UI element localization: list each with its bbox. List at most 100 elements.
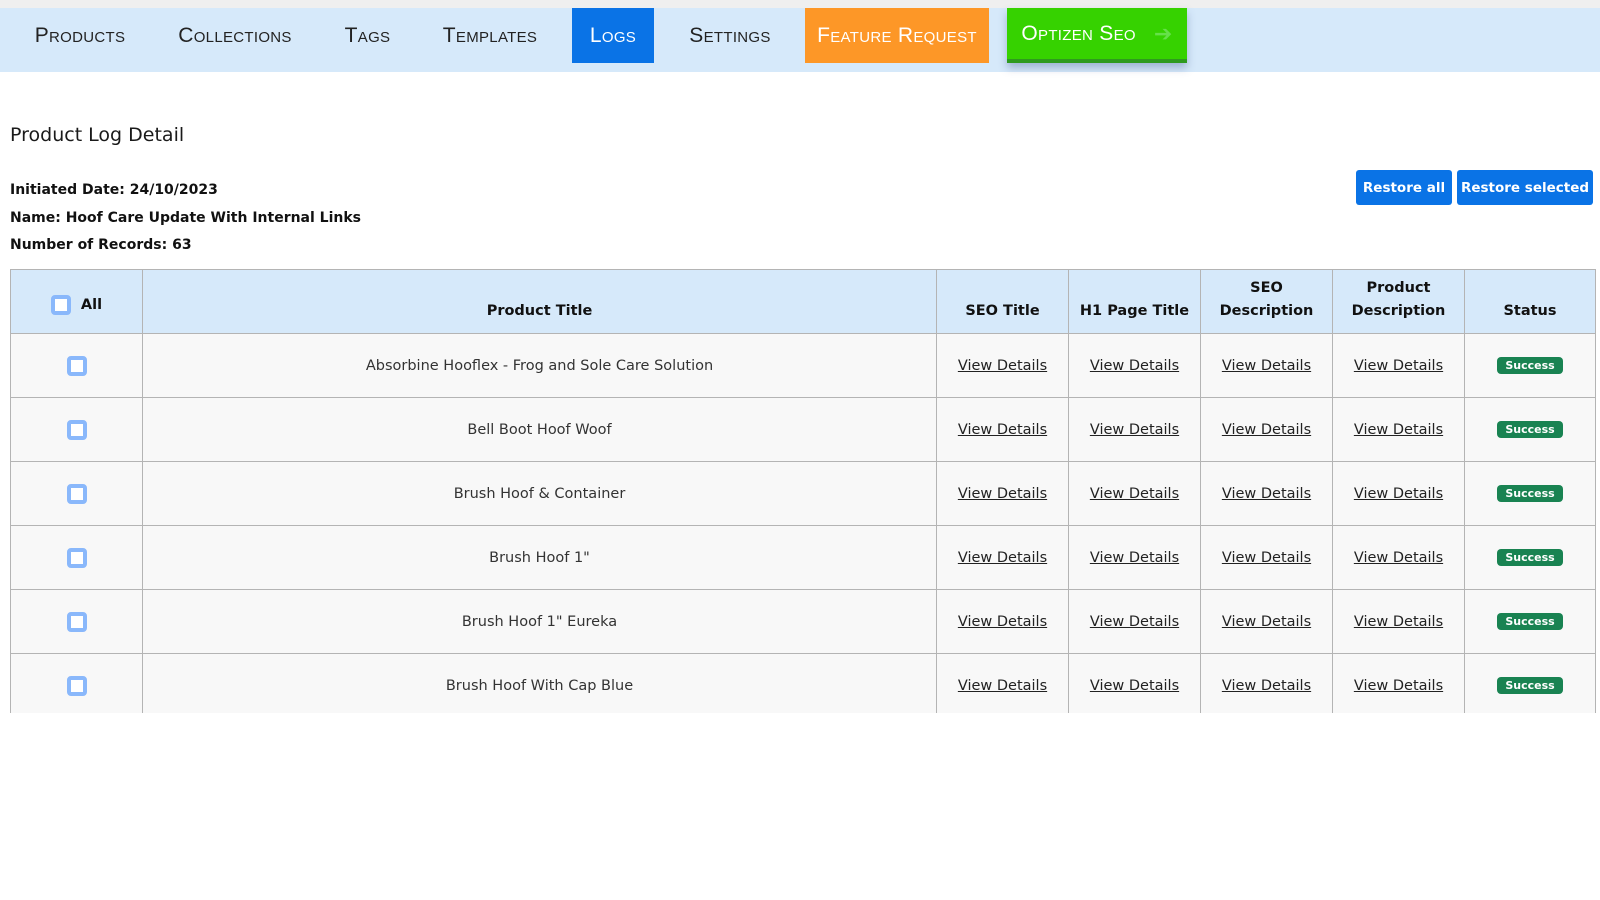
seo-description-view-details-link[interactable]: View Details — [1222, 422, 1311, 438]
seo-title-cell: View Details — [936, 589, 1069, 654]
nav-collections[interactable]: Collections — [165, 8, 305, 63]
nav-products[interactable]: Products — [20, 8, 140, 63]
nav-label: Settings — [689, 23, 771, 47]
product-description-view-details-link[interactable]: View Details — [1354, 358, 1443, 374]
nav-logs[interactable]: Logs — [572, 8, 654, 63]
header-text: Description — [1351, 303, 1446, 319]
select-cell — [10, 525, 143, 590]
row-checkbox[interactable] — [66, 675, 87, 696]
select-cell — [10, 397, 143, 462]
seo-description-view-details-link[interactable]: View Details — [1222, 358, 1311, 374]
seo-description-view-details-link[interactable]: View Details — [1222, 550, 1311, 566]
status-badge: Success — [1497, 549, 1563, 566]
status-badge: Success — [1497, 485, 1563, 502]
h1-title-cell: View Details — [1068, 525, 1201, 590]
product-description-cell: View Details — [1332, 653, 1465, 718]
seo-title-view-details-link[interactable]: View Details — [958, 486, 1047, 502]
table-row: Bell Boot Hoof Woof View Details View Deta… — [10, 397, 1596, 462]
product-description-cell: View Details — [1332, 397, 1465, 462]
select-cell — [10, 653, 143, 718]
seo-title-view-details-link[interactable]: View Details — [958, 358, 1047, 374]
table-row: Brush Hoof With Cap Blue View Details View… — [10, 653, 1596, 718]
nav-templates[interactable]: Templates — [430, 8, 550, 63]
seo-title-view-details-link[interactable]: View Details — [958, 678, 1047, 694]
product-description-cell: View Details — [1332, 589, 1465, 654]
header-seo-title: SEO Title — [936, 269, 1069, 334]
nav-label: Collections — [178, 23, 292, 47]
nav-tags[interactable]: Tags — [330, 8, 405, 63]
restore-all-button[interactable]: Restore all — [1356, 170, 1452, 205]
product-description-cell: View Details — [1332, 461, 1465, 526]
top-strip — [0, 0, 1600, 8]
h1-title-cell: View Details — [1068, 589, 1201, 654]
product-description-view-details-link[interactable]: View Details — [1354, 550, 1443, 566]
status-cell: Success — [1464, 397, 1596, 462]
product-description-cell: View Details — [1332, 333, 1465, 398]
h1-title-view-details-link[interactable]: View Details — [1090, 422, 1179, 438]
h1-title-view-details-link[interactable]: View Details — [1090, 678, 1179, 694]
status-cell: Success — [1464, 461, 1596, 526]
log-table: All Product Title SEO Title H1 Page Titl… — [10, 269, 1596, 718]
product-description-view-details-link[interactable]: View Details — [1354, 678, 1443, 694]
seo-title-view-details-link[interactable]: View Details — [958, 550, 1047, 566]
h1-title-view-details-link[interactable]: View Details — [1090, 614, 1179, 630]
seo-description-cell: View Details — [1200, 397, 1333, 462]
seo-title-cell: View Details — [936, 333, 1069, 398]
product-description-view-details-link[interactable]: View Details — [1354, 486, 1443, 502]
row-checkbox[interactable] — [66, 419, 87, 440]
nav-label: Templates — [442, 23, 538, 47]
header-select: All — [10, 269, 143, 334]
seo-description-cell: View Details — [1200, 653, 1333, 718]
seo-title-cell: View Details — [936, 397, 1069, 462]
page-title: Product Log Detail — [10, 124, 185, 146]
product-title-cell: Brush Hoof & Container — [142, 461, 937, 526]
seo-description-cell: View Details — [1200, 525, 1333, 590]
select-cell — [10, 461, 143, 526]
seo-description-cell: View Details — [1200, 461, 1333, 526]
h1-title-view-details-link[interactable]: View Details — [1090, 486, 1179, 502]
header-product-description: Product Description — [1332, 269, 1465, 334]
initiated-date: Initiated Date: 24/10/2023 — [10, 182, 218, 198]
h1-title-view-details-link[interactable]: View Details — [1090, 550, 1179, 566]
header-text: SEO — [1250, 280, 1283, 296]
table-row: Brush Hoof 1" View Details View Details Vie… — [10, 525, 1596, 590]
row-checkbox[interactable] — [66, 611, 87, 632]
nav-label: Feature Request — [817, 23, 977, 47]
table-header-row: All Product Title SEO Title H1 Page Titl… — [10, 269, 1596, 334]
restore-selected-button[interactable]: Restore selected — [1457, 170, 1593, 205]
product-description-view-details-link[interactable]: View Details — [1354, 614, 1443, 630]
seo-title-view-details-link[interactable]: View Details — [958, 422, 1047, 438]
h1-title-cell: View Details — [1068, 397, 1201, 462]
row-checkbox[interactable] — [66, 355, 87, 376]
row-checkbox[interactable] — [66, 547, 87, 568]
product-description-view-details-link[interactable]: View Details — [1354, 422, 1443, 438]
seo-description-view-details-link[interactable]: View Details — [1222, 614, 1311, 630]
table-row: Absorbine Hooflex - Frog and Sole Care S… — [10, 333, 1596, 398]
header-seo-description: SEO Description — [1200, 269, 1333, 334]
product-title-cell: Brush Hoof 1" Eureka — [142, 589, 937, 654]
nav-label: Optizen Seo — [1021, 21, 1136, 45]
seo-description-view-details-link[interactable]: View Details — [1222, 678, 1311, 694]
nav-label: Tags — [344, 23, 391, 47]
nav-label: Products — [34, 23, 126, 47]
select-all-checkbox[interactable] — [50, 295, 71, 315]
select-cell — [10, 333, 143, 398]
seo-title-cell: View Details — [936, 525, 1069, 590]
product-title-cell: Absorbine Hooflex - Frog and Sole Care S… — [142, 333, 937, 398]
header-text: Description — [1219, 303, 1314, 319]
seo-description-view-details-link[interactable]: View Details — [1222, 486, 1311, 502]
h1-title-cell: View Details — [1068, 461, 1201, 526]
nav-settings[interactable]: Settings — [680, 8, 780, 63]
status-badge: Success — [1497, 613, 1563, 630]
nav-optizen-seo[interactable]: Optizen Seo ➔ — [1007, 8, 1187, 63]
seo-title-view-details-link[interactable]: View Details — [958, 614, 1047, 630]
seo-description-cell: View Details — [1200, 589, 1333, 654]
h1-title-view-details-link[interactable]: View Details — [1090, 358, 1179, 374]
nav-feature-request[interactable]: Feature Request — [805, 8, 989, 63]
page-background — [0, 713, 1600, 900]
status-cell: Success — [1464, 589, 1596, 654]
row-checkbox[interactable] — [66, 483, 87, 504]
status-cell: Success — [1464, 333, 1596, 398]
product-title-cell: Brush Hoof 1" — [142, 525, 937, 590]
record-count: Number of Records: 63 — [10, 237, 192, 253]
